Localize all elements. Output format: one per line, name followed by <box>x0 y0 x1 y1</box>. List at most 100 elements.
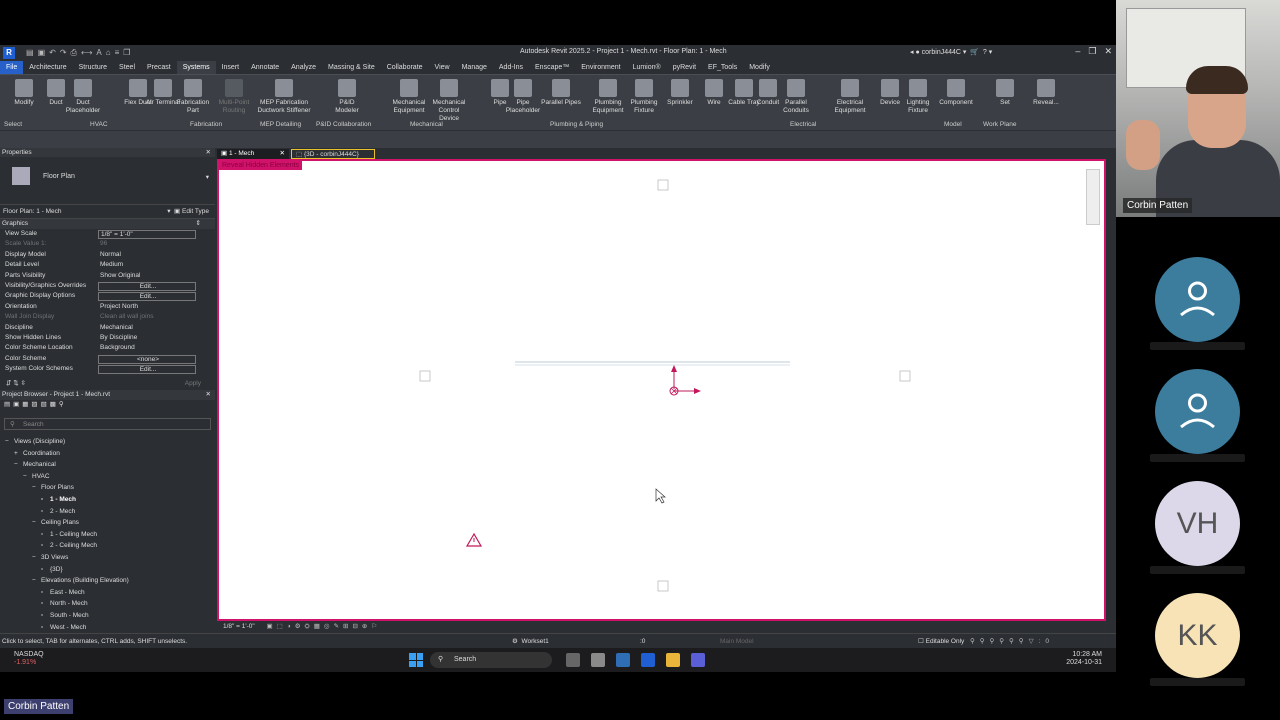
restore-icon[interactable]: ❐ <box>1088 46 1096 57</box>
tab-lumion-[interactable]: Lumion® <box>627 61 667 74</box>
tab-environment[interactable]: Environment <box>575 61 626 74</box>
property-value[interactable]: Edit... <box>98 292 196 302</box>
collapse-icon[interactable]: − <box>23 471 32 483</box>
property-row[interactable]: Color Scheme Location Background <box>0 343 215 353</box>
tab-insert[interactable]: Insert <box>216 61 246 74</box>
ribbon-pipe-placeholder-button[interactable]: Pipe Placeholder <box>503 79 543 115</box>
browser-node[interactable]: − HVAC <box>0 471 215 483</box>
property-row[interactable]: Discipline Mechanical <box>0 323 215 333</box>
browser-node[interactable]: + Coordination <box>0 448 215 460</box>
tab-view[interactable]: View <box>429 61 456 74</box>
remote-desktop-icon[interactable] <box>616 653 630 667</box>
tab-systems[interactable]: Systems <box>176 61 216 74</box>
elevation-marker-south[interactable] <box>657 580 669 592</box>
tab-add-ins[interactable]: Add-Ins <box>493 61 529 74</box>
ribbon-mechanical-control-device-button[interactable]: Mechanical Control Device <box>429 79 469 123</box>
participant-avatar[interactable] <box>1155 369 1240 454</box>
property-value[interactable]: 1/8" = 1'-0" <box>98 230 196 239</box>
view-scale[interactable]: 1/8" = 1'-0" <box>223 623 255 630</box>
browser-search-input[interactable]: ⚲ Search <box>4 418 211 430</box>
browser-node[interactable]: ▫ {3D} <box>0 564 215 576</box>
editable-only-toggle[interactable]: ☐ Editable Only <box>918 634 964 648</box>
property-row[interactable]: Graphic Display Options Edit... <box>0 291 215 302</box>
browser-node[interactable]: ▫ North - Mech <box>0 598 215 610</box>
browser-node[interactable]: − Mechanical <box>0 459 215 471</box>
browser-node[interactable]: ▫ 2 - Mech <box>0 506 215 518</box>
redo-icon[interactable]: ↷ <box>60 48 67 58</box>
selection-filter-icons[interactable]: ⚲⚲⚲⚲⚲⚲▽:0 <box>970 634 1054 648</box>
property-row[interactable]: Wall Join Display Clean all wall joins <box>0 312 215 322</box>
tab-3d[interactable]: ⬚ {3D - corbinJ444C} <box>291 149 375 159</box>
browser-node[interactable]: ▫ 1 - Ceiling Mech <box>0 529 215 541</box>
ribbon-mechanical-equipment-button[interactable]: Mechanical Equipment <box>389 79 429 115</box>
collapse-icon[interactable]: − <box>32 517 41 529</box>
save-icon[interactable]: ▣ <box>38 48 46 58</box>
browser-node[interactable]: ▫ 1 - Mech <box>0 494 215 506</box>
ribbon-p-id-modeler-button[interactable]: P&ID Modeler <box>327 79 367 115</box>
collapse-icon[interactable]: ⇕ <box>196 219 201 229</box>
edit-type-button[interactable]: ▾ ▣ Edit Type <box>167 205 209 219</box>
collapse-icon[interactable]: − <box>14 459 23 471</box>
browser-node[interactable]: ▫ East - Mech <box>0 587 215 599</box>
property-value[interactable]: <none> <box>98 354 196 364</box>
property-row[interactable]: Color Scheme <none> <box>0 354 215 364</box>
apply-button[interactable]: Apply <box>185 380 201 387</box>
windows-start-icon[interactable] <box>409 653 423 667</box>
switch-windows-icon[interactable]: ❐ <box>123 48 130 58</box>
browser-node[interactable]: ▫ West - Mech <box>0 622 215 634</box>
ribbon-electrical-equipment-button[interactable]: Electrical Equipment <box>830 79 870 115</box>
ribbon-plumbing-equipment-button[interactable]: Plumbing Equipment <box>588 79 628 115</box>
ribbon-multi-point-routing-button[interactable]: Multi-Point Routing <box>214 79 254 115</box>
ribbon-plumbing-fixture-button[interactable]: Plumbing Fixture <box>624 79 664 115</box>
participant-avatar[interactable] <box>1155 257 1240 342</box>
tab-steel[interactable]: Steel <box>113 61 141 74</box>
open-icon[interactable]: ▤ <box>26 48 34 58</box>
elevation-marker-east[interactable] <box>899 370 911 382</box>
print-icon[interactable]: ⎙ <box>71 48 77 58</box>
browser-node[interactable]: − Floor Plans <box>0 482 215 494</box>
property-row[interactable]: System Color Schemes Edit... <box>0 364 215 375</box>
tab-modify[interactable]: Modify <box>743 61 776 74</box>
browser-node[interactable]: ▫ South - Mech <box>0 610 215 622</box>
close-icon[interactable]: ✕ <box>206 390 211 400</box>
close-icon[interactable]: ✕ <box>206 148 211 157</box>
tab-manage[interactable]: Manage <box>456 61 493 74</box>
revit-logo-icon[interactable]: R <box>3 47 15 59</box>
tab-collaborate[interactable]: Collaborate <box>381 61 429 74</box>
tab-massing-site[interactable]: Massing & Site <box>322 61 381 74</box>
tab-1-mech[interactable]: ▣ 1 - Mech ✕ <box>217 149 289 159</box>
ribbon-parallel-conduits-button[interactable]: Parallel Conduits <box>776 79 816 115</box>
collapse-icon[interactable]: − <box>32 575 41 587</box>
browser-node[interactable]: − Ceiling Plans <box>0 517 215 529</box>
property-value[interactable]: Edit... <box>98 365 196 375</box>
expand-icon[interactable]: + <box>14 448 23 460</box>
tab-ef-tools[interactable]: EF_Tools <box>702 61 743 74</box>
drawing-canvas[interactable]: Reveal Hidden Elements <box>217 159 1106 621</box>
chevron-down-icon[interactable]: ▾ <box>206 173 209 181</box>
participant-avatar[interactable]: KK <box>1155 593 1240 678</box>
property-row[interactable]: Parts Visibility Show Original <box>0 271 215 281</box>
text-icon[interactable]: A <box>96 48 101 58</box>
collapse-icon[interactable]: − <box>32 482 41 494</box>
instance-filter[interactable]: Floor Plan: 1 - Mech ▾ ▣ Edit Type <box>0 205 215 219</box>
main-model-selector[interactable]: Main Model <box>720 634 754 648</box>
tab-analyze[interactable]: Analyze <box>285 61 322 74</box>
minimize-icon[interactable]: – <box>1075 46 1080 57</box>
teams-icon[interactable] <box>691 653 705 667</box>
home-3d-icon[interactable]: ⌂ <box>106 48 111 58</box>
type-selector[interactable]: Floor Plan ▾ <box>0 157 215 205</box>
property-row[interactable]: Visibility/Graphics Overrides Edit... <box>0 281 215 291</box>
browser-node[interactable]: − Elevations (Building Elevation) <box>0 575 215 587</box>
stock-ticker[interactable]: NASDAQ -1.91% <box>14 651 44 667</box>
tab-architecture[interactable]: Architecture <box>23 61 72 74</box>
tab-file[interactable]: File <box>0 61 24 74</box>
property-row[interactable]: Detail Level Medium <box>0 260 215 270</box>
taskbar-search[interactable]: ⚲ Search <box>430 652 552 668</box>
ribbon-lighting-fixture-button[interactable]: Lighting Fixture <box>898 79 938 115</box>
tab-structure[interactable]: Structure <box>73 61 113 74</box>
task-view-icon[interactable] <box>566 653 580 667</box>
property-row[interactable]: Orientation Project North <box>0 302 215 312</box>
navigation-bar[interactable] <box>1086 169 1100 225</box>
view-control-icons[interactable]: ▣⬚◑⚙⛭▦◎✎⊞⊟⊕⚐ <box>267 623 382 630</box>
revit-taskbar-icon[interactable] <box>641 653 655 667</box>
